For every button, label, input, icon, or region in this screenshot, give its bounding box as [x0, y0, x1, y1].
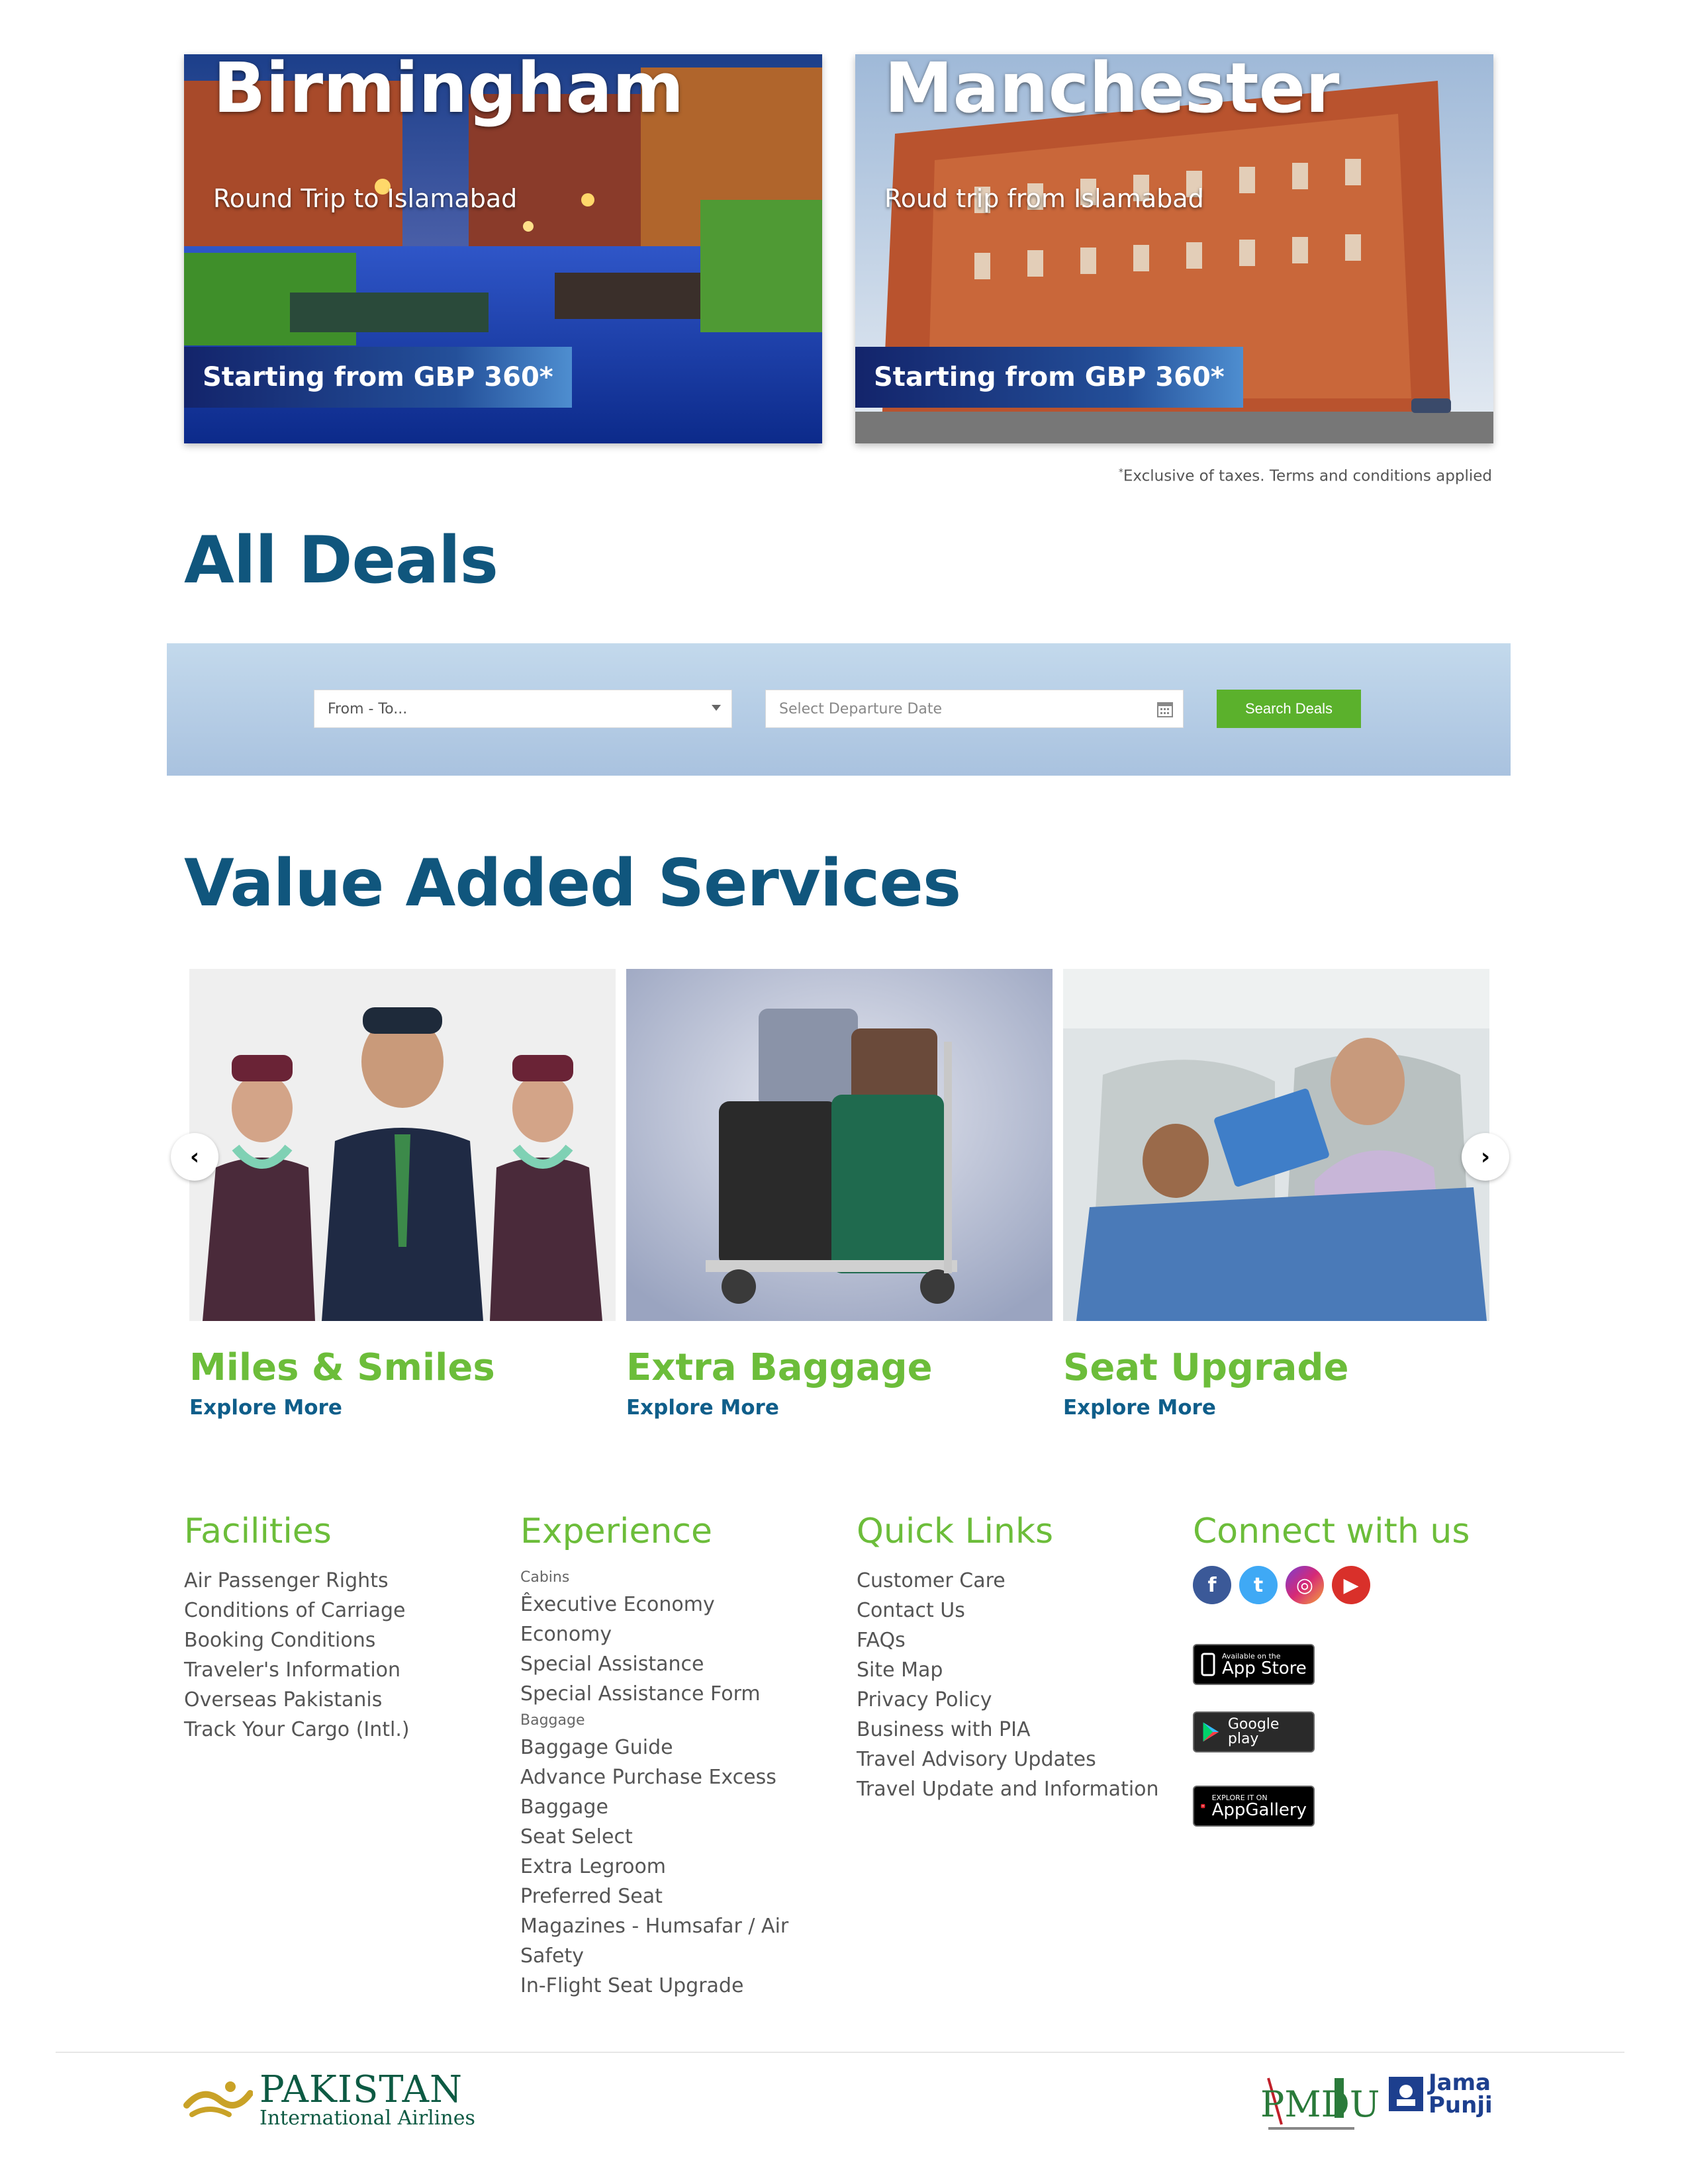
pia-logo[interactable]: PAKISTAN International Airlines	[183, 2071, 475, 2128]
footer-link[interactable]: Êxecutive Economy	[520, 1590, 788, 1619]
deal-price-badge: Starting from GBP 360*	[855, 347, 1243, 408]
footer-link[interactable]: Extra Legroom	[520, 1852, 788, 1882]
footer-heading: Experience	[520, 1512, 712, 1551]
deal-route-subtitle: Round Trip to Islamabad	[213, 184, 518, 213]
chevron-down-icon	[712, 705, 721, 711]
footer-link[interactable]: Air Passenger Rights	[184, 1566, 410, 1596]
footer-link[interactable]: Travel Advisory Updates	[857, 1745, 1159, 1774]
footer-divider	[56, 2052, 1624, 2053]
twitter-icon[interactable]: t	[1239, 1566, 1278, 1604]
footer-experience: Experience Cabins Êxecutive Economy Econ…	[520, 1512, 788, 2001]
footer-quick-links: Quick Links Customer Care Contact Us FAQ…	[857, 1512, 1159, 1804]
footer-link[interactable]: Baggage	[520, 1792, 788, 1822]
deals-disclaimer: *Exclusive of taxes. Terms and condition…	[1118, 467, 1492, 485]
jama-punji-logo[interactable]: Jama Punji	[1387, 2071, 1493, 2116]
footer-link[interactable]: In-Flight Seat Upgrade	[520, 1971, 788, 2001]
app-gallery-label: AppGallery	[1211, 1799, 1307, 1820]
punji-text: Punji	[1429, 2092, 1493, 2118]
service-card-seat-upgrade[interactable]: Seat Upgrade Explore More	[1063, 969, 1489, 1420]
departure-date-input[interactable]: Select Departure Date	[765, 690, 1184, 728]
footer-link[interactable]: FAQs	[857, 1625, 1159, 1655]
app-gallery-badge[interactable]: EXPLORE IT ON AppGallery	[1193, 1786, 1315, 1827]
footer-link[interactable]: Safety	[520, 1941, 788, 1971]
facebook-icon[interactable]: f	[1193, 1566, 1231, 1604]
deal-price-badge: Starting from GBP 360*	[184, 347, 572, 408]
service-title: Extra Baggage	[626, 1346, 933, 1389]
pia-name: PAKISTAN	[259, 2068, 463, 2111]
service-title: Seat Upgrade	[1063, 1346, 1349, 1389]
apple-phone-icon	[1201, 1653, 1215, 1676]
social-links: f t ◎ ▶	[1193, 1566, 1470, 1604]
footer-connect: Connect with us f t ◎ ▶ Available on the…	[1193, 1512, 1470, 1827]
footer-link[interactable]: Site Map	[857, 1655, 1159, 1685]
app-store-badge[interactable]: Available on the App Store	[1193, 1644, 1315, 1685]
google-play-badge[interactable]: Google play	[1193, 1711, 1315, 1752]
deal-city-title: Manchester	[884, 54, 1340, 128]
service-card-miles-smiles[interactable]: Miles & Smiles Explore More	[189, 969, 616, 1420]
footer-link[interactable]: Traveler's Information	[184, 1655, 410, 1685]
footer-link[interactable]: Preferred Seat	[520, 1882, 788, 1911]
footer-link[interactable]: Conditions of Carriage	[184, 1596, 410, 1625]
pia-emblem-icon	[183, 2081, 253, 2117]
explore-more-link[interactable]: Explore More	[1063, 1396, 1489, 1420]
carousel-next-button[interactable]: ›	[1462, 1133, 1509, 1181]
pmdu-text: PMDU	[1260, 2083, 1380, 2125]
value-added-services-heading: Value Added Services	[184, 846, 961, 921]
departure-date-placeholder: Select Departure Date	[779, 700, 943, 717]
deals-search-bar: From - To... Select Departure Date Searc…	[167, 643, 1511, 776]
miles-smiles-image	[189, 969, 616, 1321]
footer-link[interactable]: Booking Conditions	[184, 1625, 410, 1655]
explore-more-link[interactable]: Explore More	[626, 1396, 1053, 1420]
youtube-icon[interactable]: ▶	[1332, 1566, 1370, 1604]
calendar-icon	[1157, 702, 1173, 717]
footer-link[interactable]: Privacy Policy	[857, 1685, 1159, 1715]
instagram-icon[interactable]: ◎	[1286, 1566, 1324, 1604]
jama-text: Jama	[1429, 2070, 1491, 2096]
seat-upgrade-image	[1063, 969, 1489, 1321]
explore-more-link[interactable]: Explore More	[189, 1396, 616, 1420]
deal-card-manchester[interactable]: Manchester Roud trip from Islamabad Star…	[855, 54, 1493, 443]
footer-link[interactable]: Business with PIA	[857, 1715, 1159, 1745]
chevron-right-icon: ›	[1480, 1144, 1490, 1170]
footer-heading: Connect with us	[1193, 1512, 1470, 1551]
footer-link[interactable]: Special Assistance	[520, 1649, 788, 1679]
deal-city-title: Birmingham	[213, 54, 684, 128]
footer-link[interactable]: Overseas Pakistanis	[184, 1685, 410, 1715]
footer-link[interactable]: Customer Care	[857, 1566, 1159, 1596]
huawei-appgallery-icon	[1201, 1803, 1205, 1809]
app-store-label: App Store	[1222, 1658, 1307, 1678]
deal-route-subtitle: Roud trip from Islamabad	[884, 184, 1204, 213]
google-play-label: Google play	[1227, 1716, 1280, 1747]
pia-subtitle: International Airlines	[259, 2107, 475, 2130]
all-deals-heading: All Deals	[184, 523, 498, 598]
footer-link[interactable]: Special Assistance Form	[520, 1679, 788, 1709]
footer-link[interactable]: Magazines - Humsafar / Air	[520, 1911, 788, 1941]
footer-heading: Quick Links	[857, 1512, 1054, 1551]
search-deals-button[interactable]: Search Deals	[1217, 690, 1361, 728]
footer-link[interactable]: Travel Update and Information	[857, 1774, 1159, 1804]
service-title: Miles & Smiles	[189, 1346, 495, 1389]
carousel-prev-button[interactable]: ‹	[171, 1133, 218, 1181]
footer-link[interactable]: Advance Purchase Excess	[520, 1762, 788, 1792]
footer-heading: Facilities	[184, 1512, 332, 1551]
pmdu-logo[interactable]: PMDU	[1255, 2071, 1380, 2135]
route-select-placeholder: From - To...	[328, 700, 408, 717]
jama-punji-emblem	[1389, 2077, 1423, 2111]
chevron-left-icon: ‹	[189, 1144, 199, 1170]
footer-link[interactable]: Seat Select	[520, 1822, 788, 1852]
baggage-subheading: Baggage	[520, 1712, 585, 1729]
footer-link[interactable]: Track Your Cargo (Intl.)	[184, 1715, 410, 1745]
google-play-icon	[1203, 1722, 1219, 1742]
service-card-extra-baggage[interactable]: Extra Baggage Explore More	[626, 969, 1053, 1420]
extra-baggage-image	[626, 969, 1053, 1321]
footer-link[interactable]: Contact Us	[857, 1596, 1159, 1625]
footer-link[interactable]: Baggage Guide	[520, 1733, 788, 1762]
deal-card-birmingham[interactable]: Birmingham Round Trip to Islamabad Start…	[184, 54, 822, 443]
cabins-subheading: Cabins	[520, 1569, 570, 1586]
footer-link[interactable]: Economy	[520, 1619, 788, 1649]
route-select[interactable]: From - To...	[314, 690, 732, 728]
footer-facilities: Facilities Air Passenger Rights Conditio…	[184, 1512, 410, 1745]
